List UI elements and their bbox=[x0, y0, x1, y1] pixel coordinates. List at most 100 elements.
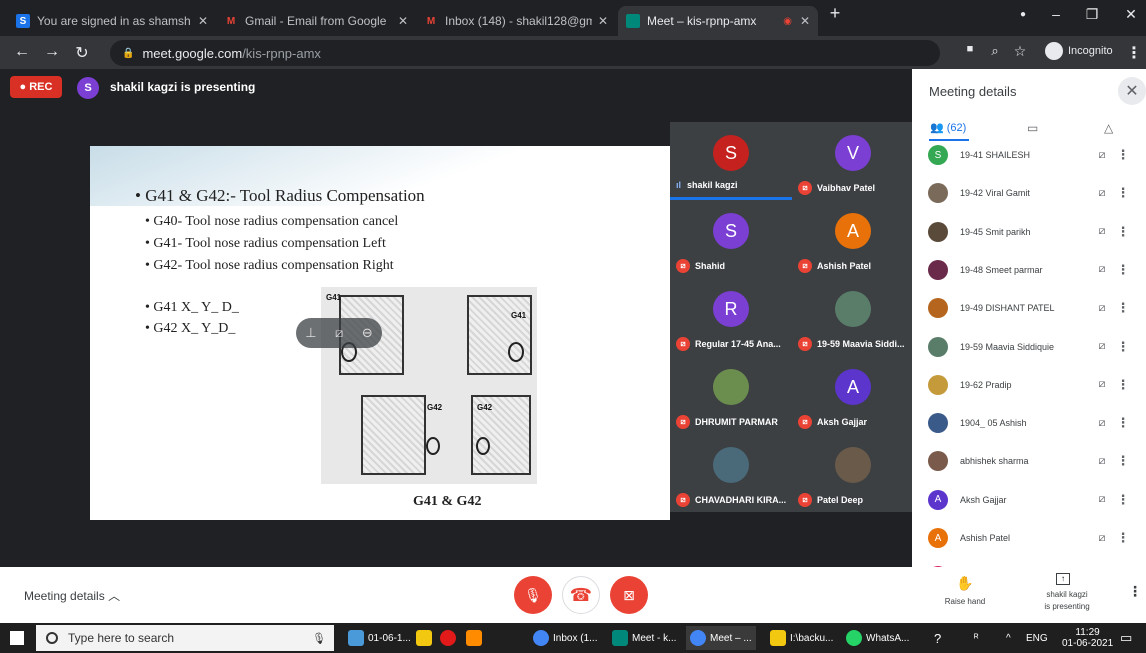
participant-tile[interactable]: V ⧄ Vaibhav Patel bbox=[792, 122, 914, 200]
participant-more-icon[interactable]: ⋮ bbox=[1112, 339, 1134, 355]
close-tab-icon[interactable]: ✕ bbox=[398, 14, 408, 28]
present-icon[interactable]: ↑ bbox=[1056, 573, 1070, 585]
participant-avatar bbox=[928, 451, 948, 472]
participant-list-item[interactable]: 19-45 Smit parikh ⧄ ⋮ bbox=[928, 213, 1138, 251]
browser-tab-3[interactable]: M Inbox (148) - shakil128@gmail.co ✕ bbox=[416, 6, 616, 36]
tab-search-icon[interactable]: ● bbox=[1008, 9, 1038, 20]
close-tab-icon[interactable]: ✕ bbox=[800, 14, 810, 28]
browser-tab-1[interactable]: S You are signed in as shamsh ✕ bbox=[8, 6, 216, 36]
bookmark-star-icon[interactable]: ☆ bbox=[1010, 43, 1030, 60]
chat-tab-icon[interactable]: ▭ bbox=[1027, 121, 1038, 135]
participant-list-item[interactable]: abhishek sharma ⧄ ⋮ bbox=[928, 442, 1138, 480]
leave-call-button[interactable]: ☎ bbox=[562, 576, 600, 614]
participant-list-item[interactable]: 19-49 DISHANT PATEL ⧄ ⋮ bbox=[928, 289, 1138, 327]
minimize-icon[interactable]: – bbox=[1041, 6, 1071, 22]
participant-more-icon[interactable]: ⋮ bbox=[1112, 262, 1134, 278]
participant-list-name: 19-62 Pradip bbox=[960, 379, 1012, 390]
tray-chevron-icon[interactable]: ^ bbox=[1006, 626, 1011, 650]
participant-list-item[interactable]: A Ashish Patel ⧄ ⋮ bbox=[928, 519, 1138, 557]
participant-more-icon[interactable]: ⋮ bbox=[1112, 147, 1134, 163]
participant-list-item[interactable]: 19-42 Viral Gamit ⧄ ⋮ bbox=[928, 174, 1138, 212]
participant-tile[interactable]: R ⧄ Regular 17-45 Ana... bbox=[670, 278, 792, 356]
participant-tile[interactable]: A ⧄ Aksh Gajjar bbox=[792, 356, 914, 434]
participant-tile[interactable]: ⧄ Patel Deep bbox=[792, 434, 914, 512]
participant-more-icon[interactable]: ⋮ bbox=[1112, 530, 1134, 546]
activities-tab-icon[interactable]: △ bbox=[1104, 121, 1113, 135]
mute-icon[interactable]: ⧄ bbox=[335, 325, 343, 341]
participant-more-icon[interactable]: ⋮ bbox=[1112, 415, 1134, 431]
chevron-up-icon: ︿ bbox=[108, 589, 121, 603]
taskbar-search[interactable]: Type here to search 🎙 bbox=[36, 625, 334, 651]
participant-avatar bbox=[713, 447, 749, 483]
participant-tile[interactable]: Sıl shakil kagzi bbox=[670, 122, 792, 200]
participant-name-row: ıl shakil kagzi bbox=[676, 177, 788, 193]
more-options-icon[interactable]: ⋮ bbox=[1128, 583, 1142, 600]
participant-tile[interactable]: ⧄ DHRUMIT PARMAR bbox=[670, 356, 792, 434]
participant-more-icon[interactable]: ⋮ bbox=[1112, 224, 1134, 240]
clock[interactable]: 11:29 01-06-2021 bbox=[1062, 626, 1113, 650]
incognito-indicator[interactable]: Incognito bbox=[1045, 42, 1113, 60]
raise-hand-icon[interactable]: ✋ bbox=[956, 575, 973, 592]
new-tab-icon[interactable]: + bbox=[820, 3, 850, 24]
microphone-icon[interactable]: 🎙 bbox=[312, 632, 326, 645]
browser-tab-2[interactable]: M Gmail - Email from Google ✕ bbox=[216, 6, 416, 36]
participant-tile[interactable]: S ⧄ Shahid bbox=[670, 200, 792, 278]
taskbar-app[interactable]: WhatsA... bbox=[846, 626, 909, 650]
pin-icon[interactable]: ⊥ bbox=[305, 325, 316, 341]
mic-toggle-button[interactable]: 🎙 bbox=[514, 576, 552, 614]
camera-icon[interactable]: ■ bbox=[960, 43, 980, 55]
participant-tile[interactable]: ⧄ CHAVADHARI KIRA... bbox=[670, 434, 792, 512]
participant-list-item[interactable]: S 19-41 SHAILESH ⧄ ⋮ bbox=[928, 143, 1138, 174]
people-tray-icon[interactable]: ᴿ bbox=[974, 626, 979, 650]
close-window-icon[interactable]: ✕ bbox=[1116, 6, 1146, 23]
taskbar-app[interactable] bbox=[416, 626, 436, 650]
participant-list-item[interactable]: AAyush Champaneri⧄⋮ bbox=[928, 557, 1138, 567]
participant-list-item[interactable]: 1904_ 05 Ashish ⧄ ⋮ bbox=[928, 404, 1138, 442]
close-panel-icon[interactable]: ✕ bbox=[1118, 77, 1146, 105]
browser-menu-icon[interactable]: ⋮ bbox=[1124, 43, 1144, 63]
reload-icon[interactable]: ↻ bbox=[72, 43, 92, 63]
participant-more-icon[interactable]: ⋮ bbox=[1112, 185, 1134, 201]
help-icon[interactable]: ? bbox=[934, 626, 941, 650]
participant-tile[interactable]: ⧄ 19-59 Maavia Siddi... bbox=[792, 278, 914, 356]
participant-tile[interactable]: A ⧄ Ashish Patel bbox=[792, 200, 914, 278]
participant-more-icon[interactable]: ⋮ bbox=[1112, 492, 1134, 508]
presenting-label-2[interactable]: is presenting bbox=[1032, 602, 1102, 611]
language-indicator[interactable]: ENG bbox=[1026, 626, 1048, 650]
participant-more-icon[interactable]: ⋮ bbox=[1112, 453, 1134, 469]
address-bar[interactable]: 🔒 meet.google.com/kis-rpnp-amx bbox=[110, 40, 940, 66]
figure-label: G41 bbox=[511, 311, 527, 320]
raise-hand-label[interactable]: Raise hand bbox=[940, 597, 990, 606]
taskbar-app[interactable] bbox=[440, 626, 460, 650]
taskbar-app[interactable] bbox=[466, 626, 486, 650]
clock-date: 01-06-2021 bbox=[1062, 638, 1114, 649]
meeting-details-toggle[interactable]: Meeting details ︿ bbox=[24, 587, 120, 604]
taskbar-app[interactable]: Inbox (1... bbox=[533, 626, 597, 650]
participant-list-item[interactable]: 19-62 Pradip ⧄ ⋮ bbox=[928, 366, 1138, 404]
participant-avatar: S bbox=[928, 145, 948, 165]
recording-badge: ● REC bbox=[10, 76, 62, 98]
zoom-icon[interactable]: ⌕ bbox=[985, 43, 1005, 59]
taskbar-app[interactable]: 01-06-1... bbox=[348, 626, 411, 650]
presenting-label-1[interactable]: shakil kagzi bbox=[1032, 590, 1102, 599]
close-tab-icon[interactable]: ✕ bbox=[198, 14, 208, 28]
close-tab-icon[interactable]: ✕ bbox=[598, 14, 608, 28]
participant-list-item[interactable]: 19-59 Maavia Siddiquie ⧄ ⋮ bbox=[928, 328, 1138, 366]
notification-icon[interactable]: ▭ bbox=[1120, 626, 1132, 650]
tile-hover-controls[interactable]: ⊥ ⧄ ⊖ bbox=[296, 318, 382, 348]
participant-more-icon[interactable]: ⋮ bbox=[1112, 377, 1134, 393]
taskbar-app[interactable]: I:\backu... bbox=[770, 626, 833, 650]
taskbar-app[interactable]: Meet - k... bbox=[612, 626, 676, 650]
participant-more-icon[interactable]: ⋮ bbox=[1112, 300, 1134, 316]
participant-list-item[interactable]: A Aksh Gajjar ⧄ ⋮ bbox=[928, 481, 1138, 519]
back-icon[interactable]: ← bbox=[12, 43, 32, 61]
participant-list-item[interactable]: 19-48 Smeet parmar ⧄ ⋮ bbox=[928, 251, 1138, 289]
remove-icon[interactable]: ⊖ bbox=[362, 325, 373, 341]
people-tab[interactable]: 👥 (62) bbox=[930, 121, 966, 134]
maximize-icon[interactable]: ❐ bbox=[1077, 6, 1107, 23]
taskbar-app-active[interactable]: Meet – ... bbox=[686, 626, 756, 650]
windows-start-icon[interactable] bbox=[10, 631, 24, 645]
browser-tab-meet[interactable]: Meet – kis-rpnp-amx ◉ ✕ bbox=[618, 6, 818, 36]
camera-toggle-button[interactable]: ⊠ bbox=[610, 576, 648, 614]
forward-icon[interactable]: → bbox=[42, 43, 62, 61]
